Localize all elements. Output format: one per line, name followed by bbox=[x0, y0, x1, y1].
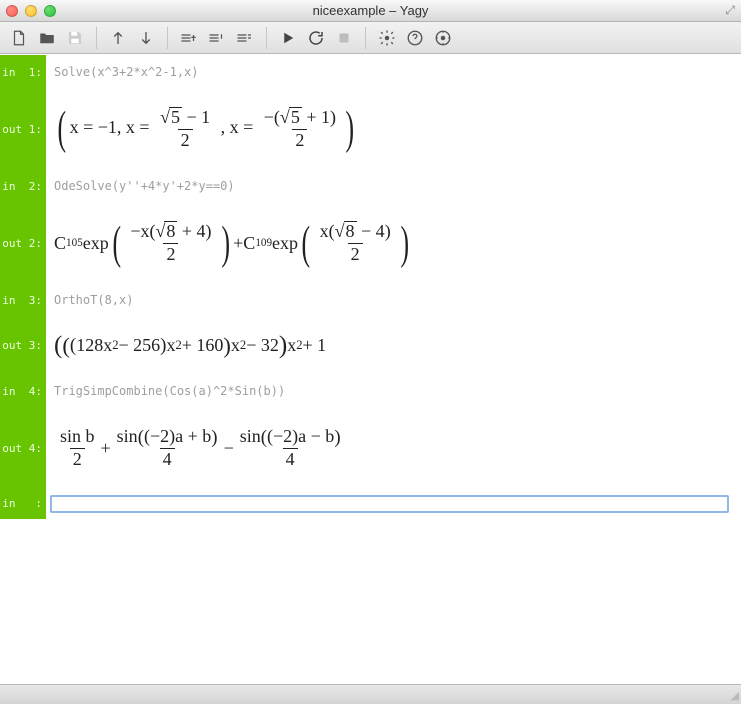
resize-handle-icon[interactable]: ◢ bbox=[731, 689, 739, 702]
toolbar bbox=[0, 22, 741, 54]
move-up-button[interactable] bbox=[105, 26, 131, 50]
cell-in-active[interactable]: in : bbox=[0, 489, 741, 519]
cell-out-1: out 1: ( x = −1, x = √5 − 1 2 , x = −(√5… bbox=[0, 89, 741, 169]
cell-out-2: out 2: C105 exp ( −x(√8 + 4) 2 ) + C109 … bbox=[0, 203, 741, 283]
notebook-area: in 1: Solve(x^3+2*x^2-1,x) out 1: ( x = … bbox=[0, 54, 741, 684]
restart-button[interactable] bbox=[303, 26, 329, 50]
stop-button[interactable] bbox=[331, 26, 357, 50]
code-cell[interactable]: OdeSolve(y''+4*y'+2*y==0) bbox=[46, 169, 741, 203]
about-button[interactable] bbox=[430, 26, 456, 50]
move-down-button[interactable] bbox=[133, 26, 159, 50]
code-cell[interactable]: OrthoT(8,x) bbox=[46, 283, 741, 317]
cell-in-3[interactable]: in 3: OrthoT(8,x) bbox=[0, 283, 741, 317]
gutter-label: in 4: bbox=[0, 374, 46, 408]
gutter-label: out 3: bbox=[0, 317, 46, 374]
math-output: C105 exp ( −x(√8 + 4) 2 ) + C109 exp ( x… bbox=[46, 203, 741, 283]
toolbar-separator bbox=[96, 27, 97, 49]
gutter-label: in 3: bbox=[0, 283, 46, 317]
cell-in-2[interactable]: in 2: OdeSolve(y''+4*y'+2*y==0) bbox=[0, 169, 741, 203]
toolbar-separator bbox=[167, 27, 168, 49]
math-output: (((128x2 − 256)x2 + 160)x2 − 32)x2 + 1 bbox=[46, 317, 741, 374]
active-code-input[interactable] bbox=[50, 495, 729, 513]
gutter-label: out 2: bbox=[0, 203, 46, 283]
gutter-label: out 4: bbox=[0, 408, 46, 488]
cell-in-4[interactable]: in 4: TrigSimpCombine(Cos(a)^2*Sin(b)) bbox=[0, 374, 741, 408]
settings-button[interactable] bbox=[374, 26, 400, 50]
math-output: sin b 2 + sin((−2)a + b) 4 − sin((−2)a −… bbox=[46, 408, 741, 488]
insert-above-button[interactable] bbox=[176, 26, 202, 50]
math-output: ( x = −1, x = √5 − 1 2 , x = −(√5 + 1) 2… bbox=[46, 89, 741, 169]
minimize-window-button[interactable] bbox=[25, 5, 37, 17]
save-file-button[interactable] bbox=[62, 26, 88, 50]
insert-below-button[interactable] bbox=[204, 26, 230, 50]
help-button[interactable] bbox=[402, 26, 428, 50]
delete-cell-button[interactable] bbox=[232, 26, 258, 50]
new-file-button[interactable] bbox=[6, 26, 32, 50]
math-text: x = −1 bbox=[70, 117, 117, 137]
toolbar-separator bbox=[266, 27, 267, 49]
open-file-button[interactable] bbox=[34, 26, 60, 50]
window-controls bbox=[6, 5, 56, 17]
gutter-label: in 2: bbox=[0, 169, 46, 203]
code-cell[interactable]: Solve(x^3+2*x^2-1,x) bbox=[46, 55, 741, 89]
status-bar: ◢ bbox=[0, 684, 741, 704]
cell-out-4: out 4: sin b 2 + sin((−2)a + b) 4 − sin(… bbox=[0, 408, 741, 488]
close-window-button[interactable] bbox=[6, 5, 18, 17]
code-cell[interactable]: TrigSimpCombine(Cos(a)^2*Sin(b)) bbox=[46, 374, 741, 408]
zoom-window-button[interactable] bbox=[44, 5, 56, 17]
gutter-label: out 1: bbox=[0, 89, 46, 169]
toolbar-separator bbox=[365, 27, 366, 49]
gutter-label: in 1: bbox=[0, 55, 46, 89]
window-title: niceexample – Yagy bbox=[0, 3, 741, 18]
cell-in-1[interactable]: in 1: Solve(x^3+2*x^2-1,x) bbox=[0, 55, 741, 89]
run-button[interactable] bbox=[275, 26, 301, 50]
title-bar: niceexample – Yagy ⤢ bbox=[0, 0, 741, 22]
fullscreen-icon[interactable]: ⤢ bbox=[725, 3, 735, 18]
cell-out-3: out 3: (((128x2 − 256)x2 + 160)x2 − 32)x… bbox=[0, 317, 741, 374]
gutter-label: in : bbox=[0, 489, 46, 519]
